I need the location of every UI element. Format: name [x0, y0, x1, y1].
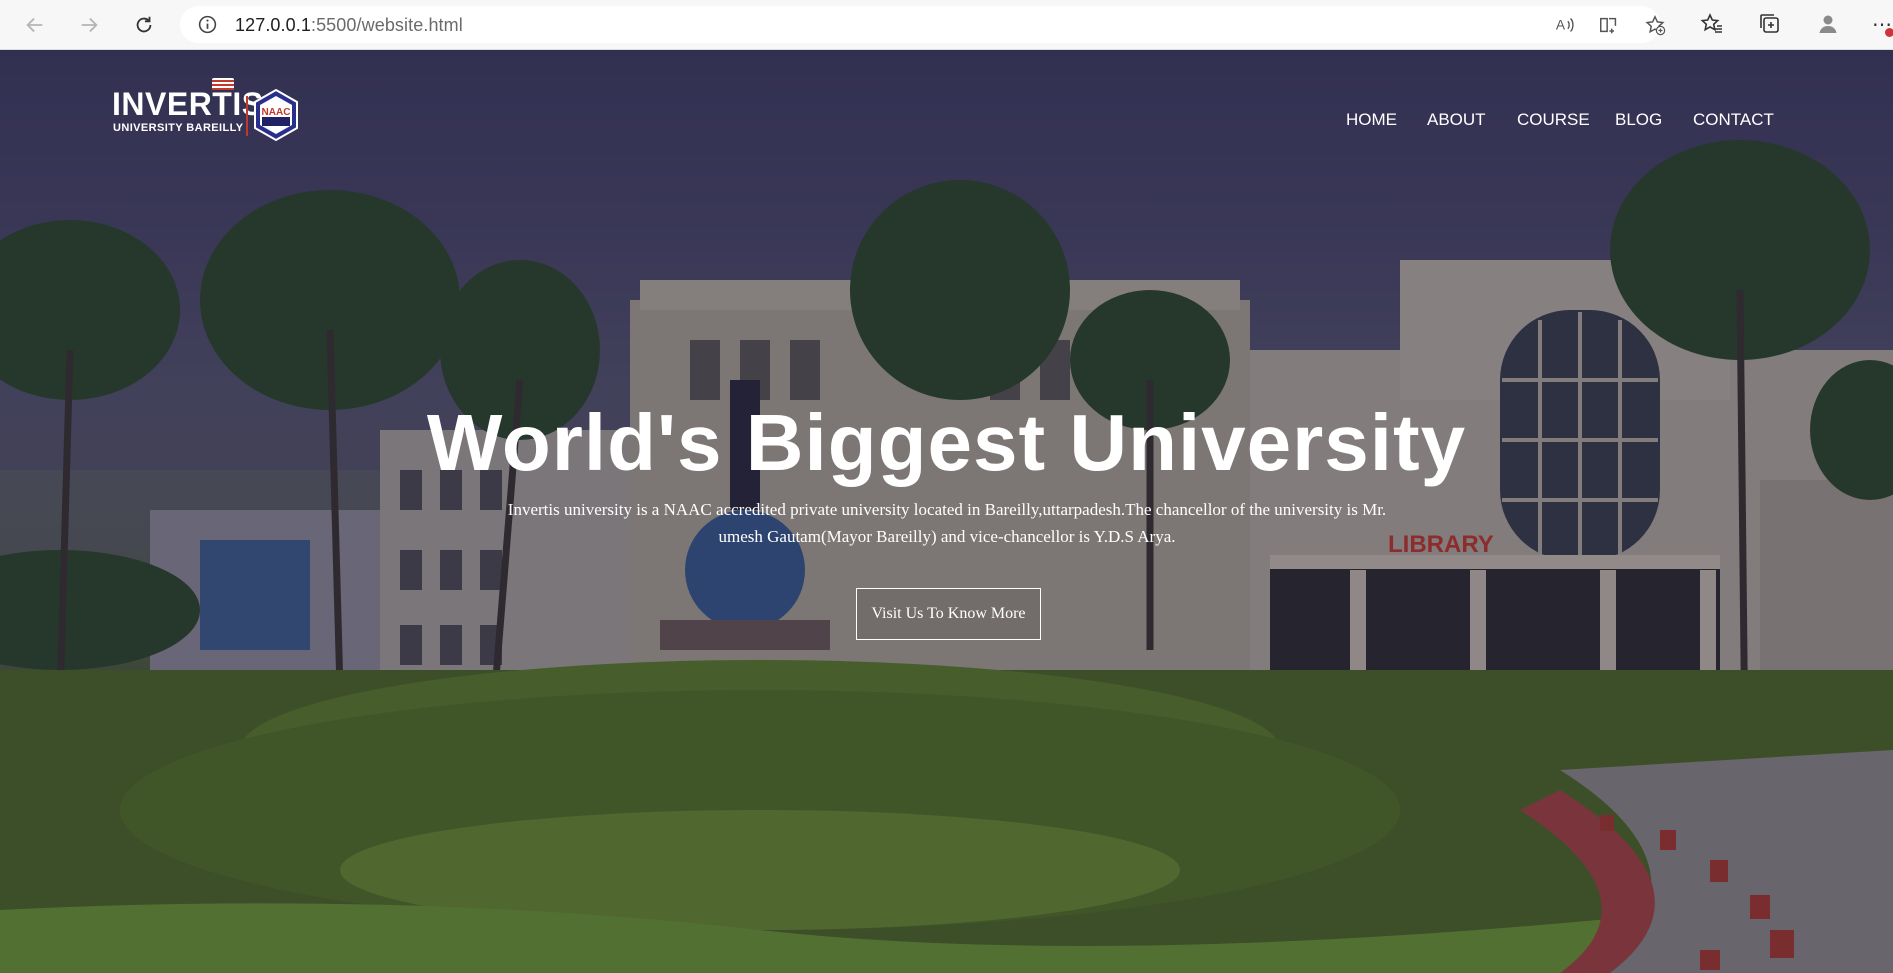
back-icon	[26, 17, 43, 33]
forward-icon	[81, 17, 98, 33]
svg-text:A: A	[1556, 18, 1566, 33]
profile-icon[interactable]	[1816, 12, 1840, 36]
badge-text: NAAC	[262, 107, 291, 118]
hero-description-line-2: umesh Gautam(Mayor Bareilly) and vice-ch…	[718, 527, 1176, 546]
nav-home[interactable]: HOME	[1346, 110, 1397, 130]
reload-icon	[136, 16, 152, 33]
url-host: 127.0.0.1	[235, 15, 311, 35]
immersive-reader-icon[interactable]	[1598, 14, 1620, 36]
url-path: :5500/website.html	[310, 15, 463, 35]
favorites-icon[interactable]	[1700, 12, 1724, 36]
nav-about[interactable]: ABOUT	[1427, 110, 1486, 130]
hero-headline: World's Biggest University	[426, 398, 1467, 487]
logo-subtext: UNIVERSITY BAREILLY	[113, 122, 244, 134]
hero-description-line-1: Invertis university is a NAAC accredited…	[507, 500, 1387, 519]
reload-button[interactable]	[127, 8, 161, 42]
address-bar[interactable]: 127.0.0.1:5500/website.html A	[180, 6, 1666, 43]
hero-description: Invertis university is a NAAC accredited…	[472, 496, 1422, 550]
browser-toolbar: 127.0.0.1:5500/website.html A ⋯	[0, 0, 1893, 50]
collections-icon[interactable]	[1758, 12, 1782, 36]
nav-contact[interactable]: CONTACT	[1693, 110, 1774, 130]
read-aloud-icon[interactable]: A	[1554, 14, 1576, 36]
naac-badge-icon: NAAC	[254, 88, 298, 142]
logo-separator	[246, 96, 248, 136]
forward-button[interactable]	[72, 8, 106, 42]
hero-section: LIBRARY I L INVE	[0, 50, 1893, 973]
logo-wordmark: INVERTIS	[112, 86, 264, 122]
site-info-icon[interactable]	[197, 14, 218, 35]
university-logo[interactable]: INVERTIS UNIVERSITY BAREILLY NAAC	[112, 78, 302, 144]
nav-blog[interactable]: BLOG	[1615, 110, 1662, 130]
nav-course[interactable]: COURSE	[1517, 110, 1590, 130]
url-text: 127.0.0.1:5500/website.html	[235, 15, 463, 36]
notification-dot	[1885, 28, 1893, 37]
visit-us-button[interactable]: Visit Us To Know More	[856, 588, 1041, 640]
back-button[interactable]	[18, 8, 52, 42]
add-favorite-icon[interactable]	[1644, 14, 1666, 36]
